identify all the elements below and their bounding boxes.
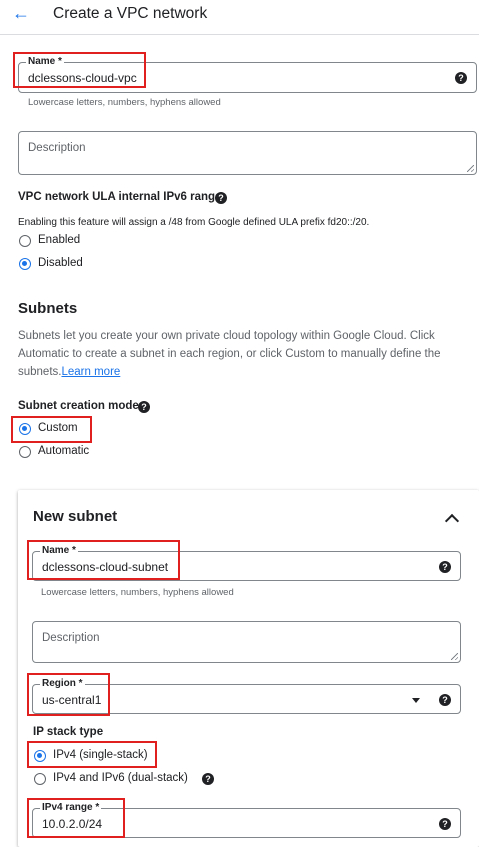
help-icon[interactable]: ? — [202, 773, 214, 785]
highlight-subnet-name — [27, 540, 180, 580]
new-subnet-heading: New subnet — [33, 508, 118, 525]
highlight-ipv4 — [27, 741, 157, 768]
subnet-description-placeholder: Description — [42, 632, 100, 644]
ula-description: Enabling this feature will assign a /48 … — [18, 217, 370, 228]
ip-stack-label: IP stack type — [33, 726, 104, 738]
resize-handle-icon[interactable] — [467, 165, 474, 172]
page-title: Create a VPC network — [53, 5, 208, 22]
highlight-region — [27, 673, 110, 716]
subnets-heading: Subnets — [18, 300, 78, 317]
help-icon[interactable]: ? — [138, 401, 150, 413]
dropdown-arrow-icon[interactable] — [412, 698, 420, 703]
ipv4-dual-label: IPv4 and IPv6 (dual-stack) — [53, 772, 188, 784]
subnets-desc-line1: Subnets let you create your own private … — [18, 330, 435, 342]
ula-enabled-radio[interactable] — [19, 235, 31, 247]
highlight-vpc-name — [13, 52, 146, 88]
ula-title: VPC network ULA internal IPv6 range — [18, 191, 222, 203]
help-icon[interactable]: ? — [455, 72, 467, 84]
resize-handle-icon[interactable] — [451, 653, 458, 660]
subnet-mode-label: Subnet creation mode — [18, 400, 139, 412]
subnets-desc-line2: Automatic to create a subnet in each reg… — [18, 348, 441, 360]
highlight-ipv4-range — [27, 798, 125, 838]
ula-disabled-radio[interactable] — [19, 258, 31, 270]
subnets-desc-line3: subnets.Learn more — [18, 363, 120, 381]
vpc-description-field[interactable]: Description — [18, 131, 477, 175]
header-divider — [0, 34, 479, 35]
vpc-description-placeholder: Description — [28, 142, 86, 154]
highlight-custom — [11, 416, 92, 443]
back-arrow-icon[interactable]: ← — [12, 4, 30, 22]
subnet-name-hint: Lowercase letters, numbers, hyphens allo… — [41, 587, 234, 598]
vpc-name-hint: Lowercase letters, numbers, hyphens allo… — [28, 97, 221, 108]
subnet-description-field[interactable]: Description — [32, 621, 461, 663]
learn-more-link[interactable]: Learn more — [61, 366, 120, 378]
ula-enabled-label: Enabled — [38, 234, 81, 246]
ula-disabled-label: Disabled — [38, 257, 83, 269]
subnets-desc-text: subnets. — [18, 366, 62, 378]
ipv4-dual-radio[interactable] — [34, 773, 46, 785]
help-icon[interactable]: ? — [439, 561, 451, 573]
mode-automatic-radio[interactable] — [19, 446, 31, 458]
help-icon[interactable]: ? — [439, 694, 451, 706]
help-icon[interactable]: ? — [439, 818, 451, 830]
mode-automatic-label: Automatic — [38, 445, 90, 457]
help-icon[interactable]: ? — [215, 192, 227, 204]
